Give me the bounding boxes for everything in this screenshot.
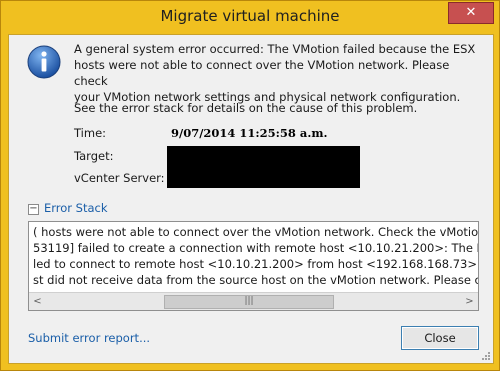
error-stack-textbox[interactable]: ( hosts were not able to connect over th… xyxy=(28,221,479,311)
info-icon xyxy=(27,45,61,79)
title-bar[interactable]: Migrate virtual machine ✕ xyxy=(1,1,499,35)
scroll-right-button[interactable]: > xyxy=(461,293,478,310)
error-stack-collapse-toggle[interactable]: − xyxy=(28,204,39,215)
error-message-line: hosts were not able to connect over the … xyxy=(74,58,450,88)
dialog-content: A general system error occurred: The VMo… xyxy=(8,34,494,364)
error-stack-label[interactable]: Error Stack xyxy=(44,201,108,215)
close-button[interactable]: Close xyxy=(401,326,479,350)
time-value: 9/07/2014 11:25:58 a.m. xyxy=(171,126,328,140)
window-close-button[interactable]: ✕ xyxy=(448,2,494,24)
resize-grip-icon[interactable] xyxy=(481,351,491,361)
redacted-block xyxy=(167,146,360,188)
vcenter-server-label: vCenter Server: xyxy=(74,171,165,185)
error-stack-line: st did not receive data from the source … xyxy=(33,273,479,287)
scroll-left-button[interactable]: < xyxy=(29,293,46,310)
horizontal-scrollbar[interactable]: < ||| > xyxy=(29,292,478,310)
target-label: Target: xyxy=(74,149,114,163)
error-message-line: A general system error occurred: The VMo… xyxy=(74,42,476,56)
time-label: Time: xyxy=(74,126,107,140)
see-stack-text: See the error stack for details on the c… xyxy=(74,101,418,115)
error-stack-line: 53119] failed to create a connection wit… xyxy=(33,241,479,255)
dialog-window: Migrate virtual machine ✕ A general syst… xyxy=(0,0,500,371)
error-stack-line: led to connect to remote host <10.10.21.… xyxy=(33,257,479,271)
error-stack-line: ( hosts were not able to connect over th… xyxy=(33,225,479,239)
scrollbar-thumb[interactable]: ||| xyxy=(164,295,334,309)
window-title: Migrate virtual machine xyxy=(160,7,340,25)
error-message: A general system error occurred: The VMo… xyxy=(74,41,484,105)
submit-error-report-link[interactable]: Submit error report... xyxy=(28,331,150,345)
